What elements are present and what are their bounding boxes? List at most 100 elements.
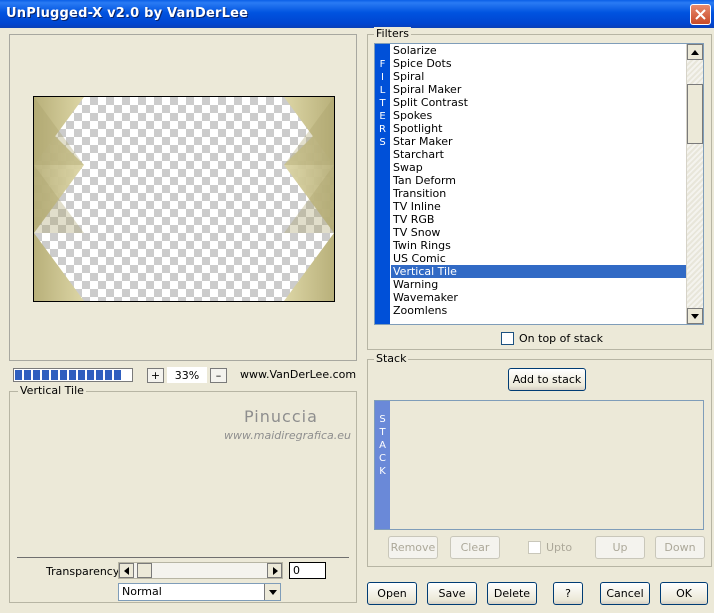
filters-label-letter: E: [379, 111, 386, 122]
filter-item[interactable]: TV Inline: [391, 200, 687, 213]
on-top-checkbox[interactable]: [501, 332, 514, 345]
ok-button[interactable]: OK: [660, 582, 708, 605]
progress-segment: [114, 370, 121, 380]
filter-item[interactable]: Tan Deform: [391, 174, 687, 187]
filter-item[interactable]: Spokes: [391, 109, 687, 122]
progress-segment: [42, 370, 49, 380]
title-bar: UnPlugged-X v2.0 by VanDerLee: [0, 0, 714, 28]
delete-button[interactable]: Delete: [487, 582, 537, 605]
filters-group-label: Filters: [374, 27, 411, 40]
zoom-out-button[interactable]: –: [210, 368, 227, 383]
stack-label-letter: K: [379, 466, 386, 477]
filters-label-letter: S: [379, 137, 386, 148]
add-to-stack-button[interactable]: Add to stack: [508, 368, 586, 391]
blend-mode-value: Normal: [122, 585, 162, 598]
slider-left-arrow[interactable]: [119, 563, 134, 578]
website-link[interactable]: www.VanDerLee.com: [240, 368, 356, 381]
stack-vertical-label: STACK: [375, 401, 390, 529]
filter-item[interactable]: Transition: [391, 187, 687, 200]
filter-item[interactable]: TV RGB: [391, 213, 687, 226]
filter-item[interactable]: Swap: [391, 161, 687, 174]
filters-label-letter: F: [379, 59, 386, 70]
filters-label-letter: L: [379, 85, 386, 96]
progress-bar: [13, 368, 133, 382]
scroll-thumb[interactable]: [687, 84, 703, 144]
on-top-of-stack-option[interactable]: On top of stack: [501, 332, 603, 345]
divider: [17, 557, 349, 558]
transparency-label: Transparency: [46, 565, 120, 578]
arrow-right-icon: [272, 566, 278, 575]
clear-button[interactable]: Clear: [450, 536, 500, 559]
up-button[interactable]: Up: [595, 536, 645, 559]
filter-item[interactable]: Spice Dots: [391, 57, 687, 70]
vertical-tile-preview: [34, 97, 334, 301]
preview-panel: [9, 34, 357, 361]
blend-mode-select[interactable]: Normal: [118, 583, 281, 601]
filter-item[interactable]: US Comic: [391, 252, 687, 265]
stack-list[interactable]: STACK: [374, 400, 704, 530]
arrow-down-icon: [691, 313, 699, 319]
stack-group-label: Stack: [374, 352, 409, 365]
open-button[interactable]: Open: [367, 582, 417, 605]
scroll-down-button[interactable]: [687, 308, 703, 324]
progress-segment: [105, 370, 112, 380]
help-button[interactable]: ?: [553, 582, 583, 605]
filters-label-letter: I: [381, 72, 384, 83]
stack-label-letter: C: [379, 453, 386, 464]
dropdown-button[interactable]: [264, 584, 280, 600]
filter-item[interactable]: Split Contrast: [391, 96, 687, 109]
transparency-slider[interactable]: [118, 562, 283, 579]
filters-scrollbar[interactable]: [686, 44, 703, 324]
down-button[interactable]: Down: [655, 536, 705, 559]
progress-segment: [78, 370, 85, 380]
filters-list[interactable]: FILTERS Solarize Spice Dots Spiral Spiral M…: [374, 43, 704, 325]
upto-option[interactable]: Upto: [528, 541, 572, 554]
filter-item[interactable]: Zoomlens: [391, 304, 687, 317]
progress-segment: [69, 370, 76, 380]
upto-label: Upto: [546, 541, 573, 554]
stack-label-letter: A: [379, 440, 386, 451]
progress-segment: [33, 370, 40, 380]
filter-item[interactable]: Star Maker: [391, 135, 687, 148]
remove-button[interactable]: Remove: [388, 536, 438, 559]
save-button[interactable]: Save: [427, 582, 477, 605]
filter-item[interactable]: Spiral: [391, 70, 687, 83]
slider-thumb[interactable]: [137, 563, 152, 578]
filter-item[interactable]: Starchart: [391, 148, 687, 161]
stack-label-letter: S: [379, 414, 386, 425]
filters-vertical-label: FILTERS: [375, 44, 390, 324]
close-icon: [695, 9, 706, 20]
filter-item[interactable]: Vertical Tile: [391, 265, 687, 278]
on-top-label: On top of stack: [519, 332, 603, 345]
filter-item[interactable]: TV Snow: [391, 226, 687, 239]
filters-group: Filters FILTERS Solarize Spice Dots Spiral…: [367, 27, 712, 350]
cancel-button[interactable]: Cancel: [600, 582, 650, 605]
upto-checkbox[interactable]: [528, 541, 541, 554]
filter-item[interactable]: Wavemaker: [391, 291, 687, 304]
window-title: UnPlugged-X v2.0 by VanDerLee: [6, 6, 249, 21]
transparency-input[interactable]: 0: [289, 562, 326, 579]
progress-segment: [24, 370, 31, 380]
progress-segment: [60, 370, 67, 380]
filter-item[interactable]: Spotlight: [391, 122, 687, 135]
progress-segment: [15, 370, 22, 380]
filters-items: Solarize Spice Dots Spiral Spiral Maker Spli…: [391, 44, 687, 317]
slider-right-arrow[interactable]: [267, 563, 282, 578]
filter-item[interactable]: Solarize: [391, 44, 687, 57]
chevron-down-icon: [268, 589, 277, 595]
arrow-up-icon: [691, 49, 699, 55]
preview-image[interactable]: [33, 96, 335, 302]
progress-segment: [96, 370, 103, 380]
zoom-value: 33%: [167, 367, 207, 383]
progress-segment: [87, 370, 94, 380]
filter-item[interactable]: Spiral Maker: [391, 83, 687, 96]
scroll-up-button[interactable]: [687, 44, 703, 60]
zoom-in-button[interactable]: +: [147, 368, 164, 383]
filter-item[interactable]: Twin Rings: [391, 239, 687, 252]
filters-label-letter: R: [379, 124, 386, 135]
filter-item[interactable]: Warning: [391, 278, 687, 291]
filters-label-letter: T: [379, 98, 386, 109]
stack-group: Stack Add to stack STACK Remove Clear Up…: [367, 352, 712, 567]
close-button[interactable]: [690, 4, 711, 25]
stack-label-letter: T: [379, 427, 386, 438]
